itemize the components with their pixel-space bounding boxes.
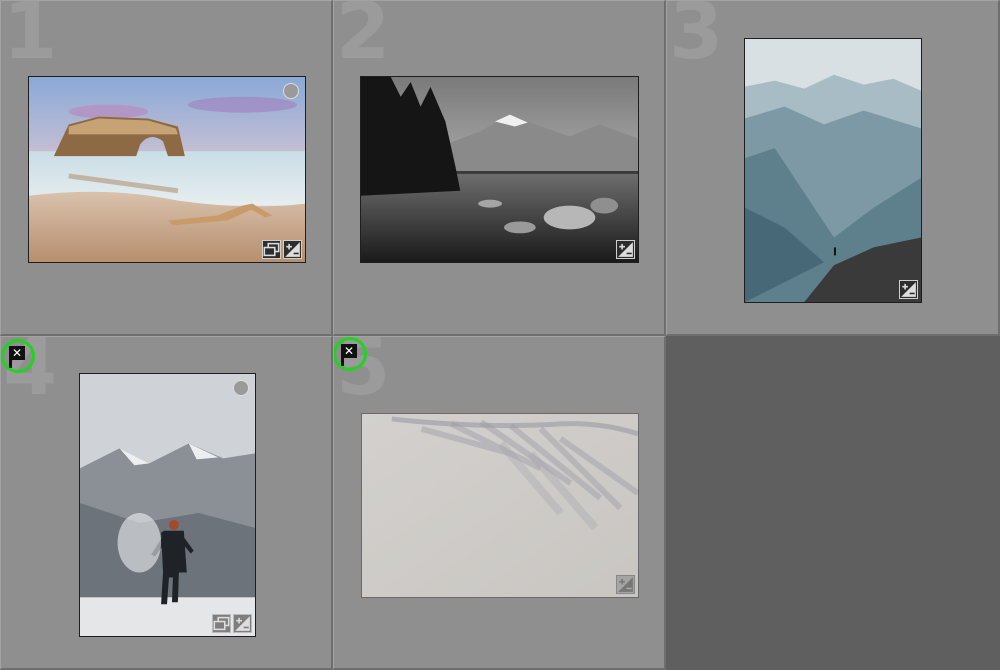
grid-cell-1[interactable]: 1 (0, 0, 333, 336)
photo-thumbnail-beach-arch[interactable] (28, 76, 306, 263)
grid-cell-5[interactable]: 5 ✕ (333, 336, 666, 670)
reject-flag-icon: ✕ (9, 346, 25, 360)
palm-shadow-image (362, 414, 638, 597)
stack-icon[interactable] (212, 614, 231, 633)
adjust-icon[interactable] (616, 240, 635, 259)
photo-thumbnail-mountain-lake[interactable] (360, 76, 639, 263)
photo-thumbnail-snow-runner[interactable] (79, 373, 256, 637)
grid-cell-3[interactable]: 3 (666, 0, 1000, 336)
grid-cell-4[interactable]: 4 ✕ (0, 336, 333, 670)
thumbnail-badges (262, 240, 302, 259)
adjust-icon[interactable] (899, 280, 918, 299)
thumbnail-badges (616, 240, 635, 259)
thumbnail-badges (212, 614, 252, 633)
rejected-flag-highlight[interactable]: ✕ (334, 337, 367, 371)
empty-grid-area (666, 336, 1000, 670)
target-collection-circle[interactable] (283, 83, 299, 99)
misty-mountains-image (745, 39, 921, 302)
target-collection-circle[interactable] (233, 380, 249, 396)
grid-view: 1 2 3 4 ✕ 5 ✕ (0, 0, 1000, 670)
cell-index-number: 2 (336, 0, 391, 77)
stack-icon[interactable] (262, 240, 281, 259)
grid-cell-2[interactable]: 2 (333, 0, 666, 336)
photo-thumbnail-misty-mountains[interactable] (744, 38, 922, 303)
rejected-flag-highlight[interactable]: ✕ (1, 339, 35, 373)
adjust-icon[interactable] (233, 614, 252, 633)
photo-thumbnail-palm-shadow[interactable] (361, 413, 639, 598)
cell-index-number: 3 (669, 0, 724, 77)
snow-runner-image (80, 374, 255, 636)
mountain-lake-image (361, 77, 638, 262)
thumbnail-badges (899, 280, 918, 299)
thumbnail-badges (616, 575, 635, 594)
beach-arch-image (29, 77, 305, 262)
reject-flag-icon: ✕ (341, 344, 357, 358)
cell-index-number: 1 (3, 0, 58, 77)
adjust-icon[interactable] (616, 575, 635, 594)
adjust-icon[interactable] (283, 240, 302, 259)
